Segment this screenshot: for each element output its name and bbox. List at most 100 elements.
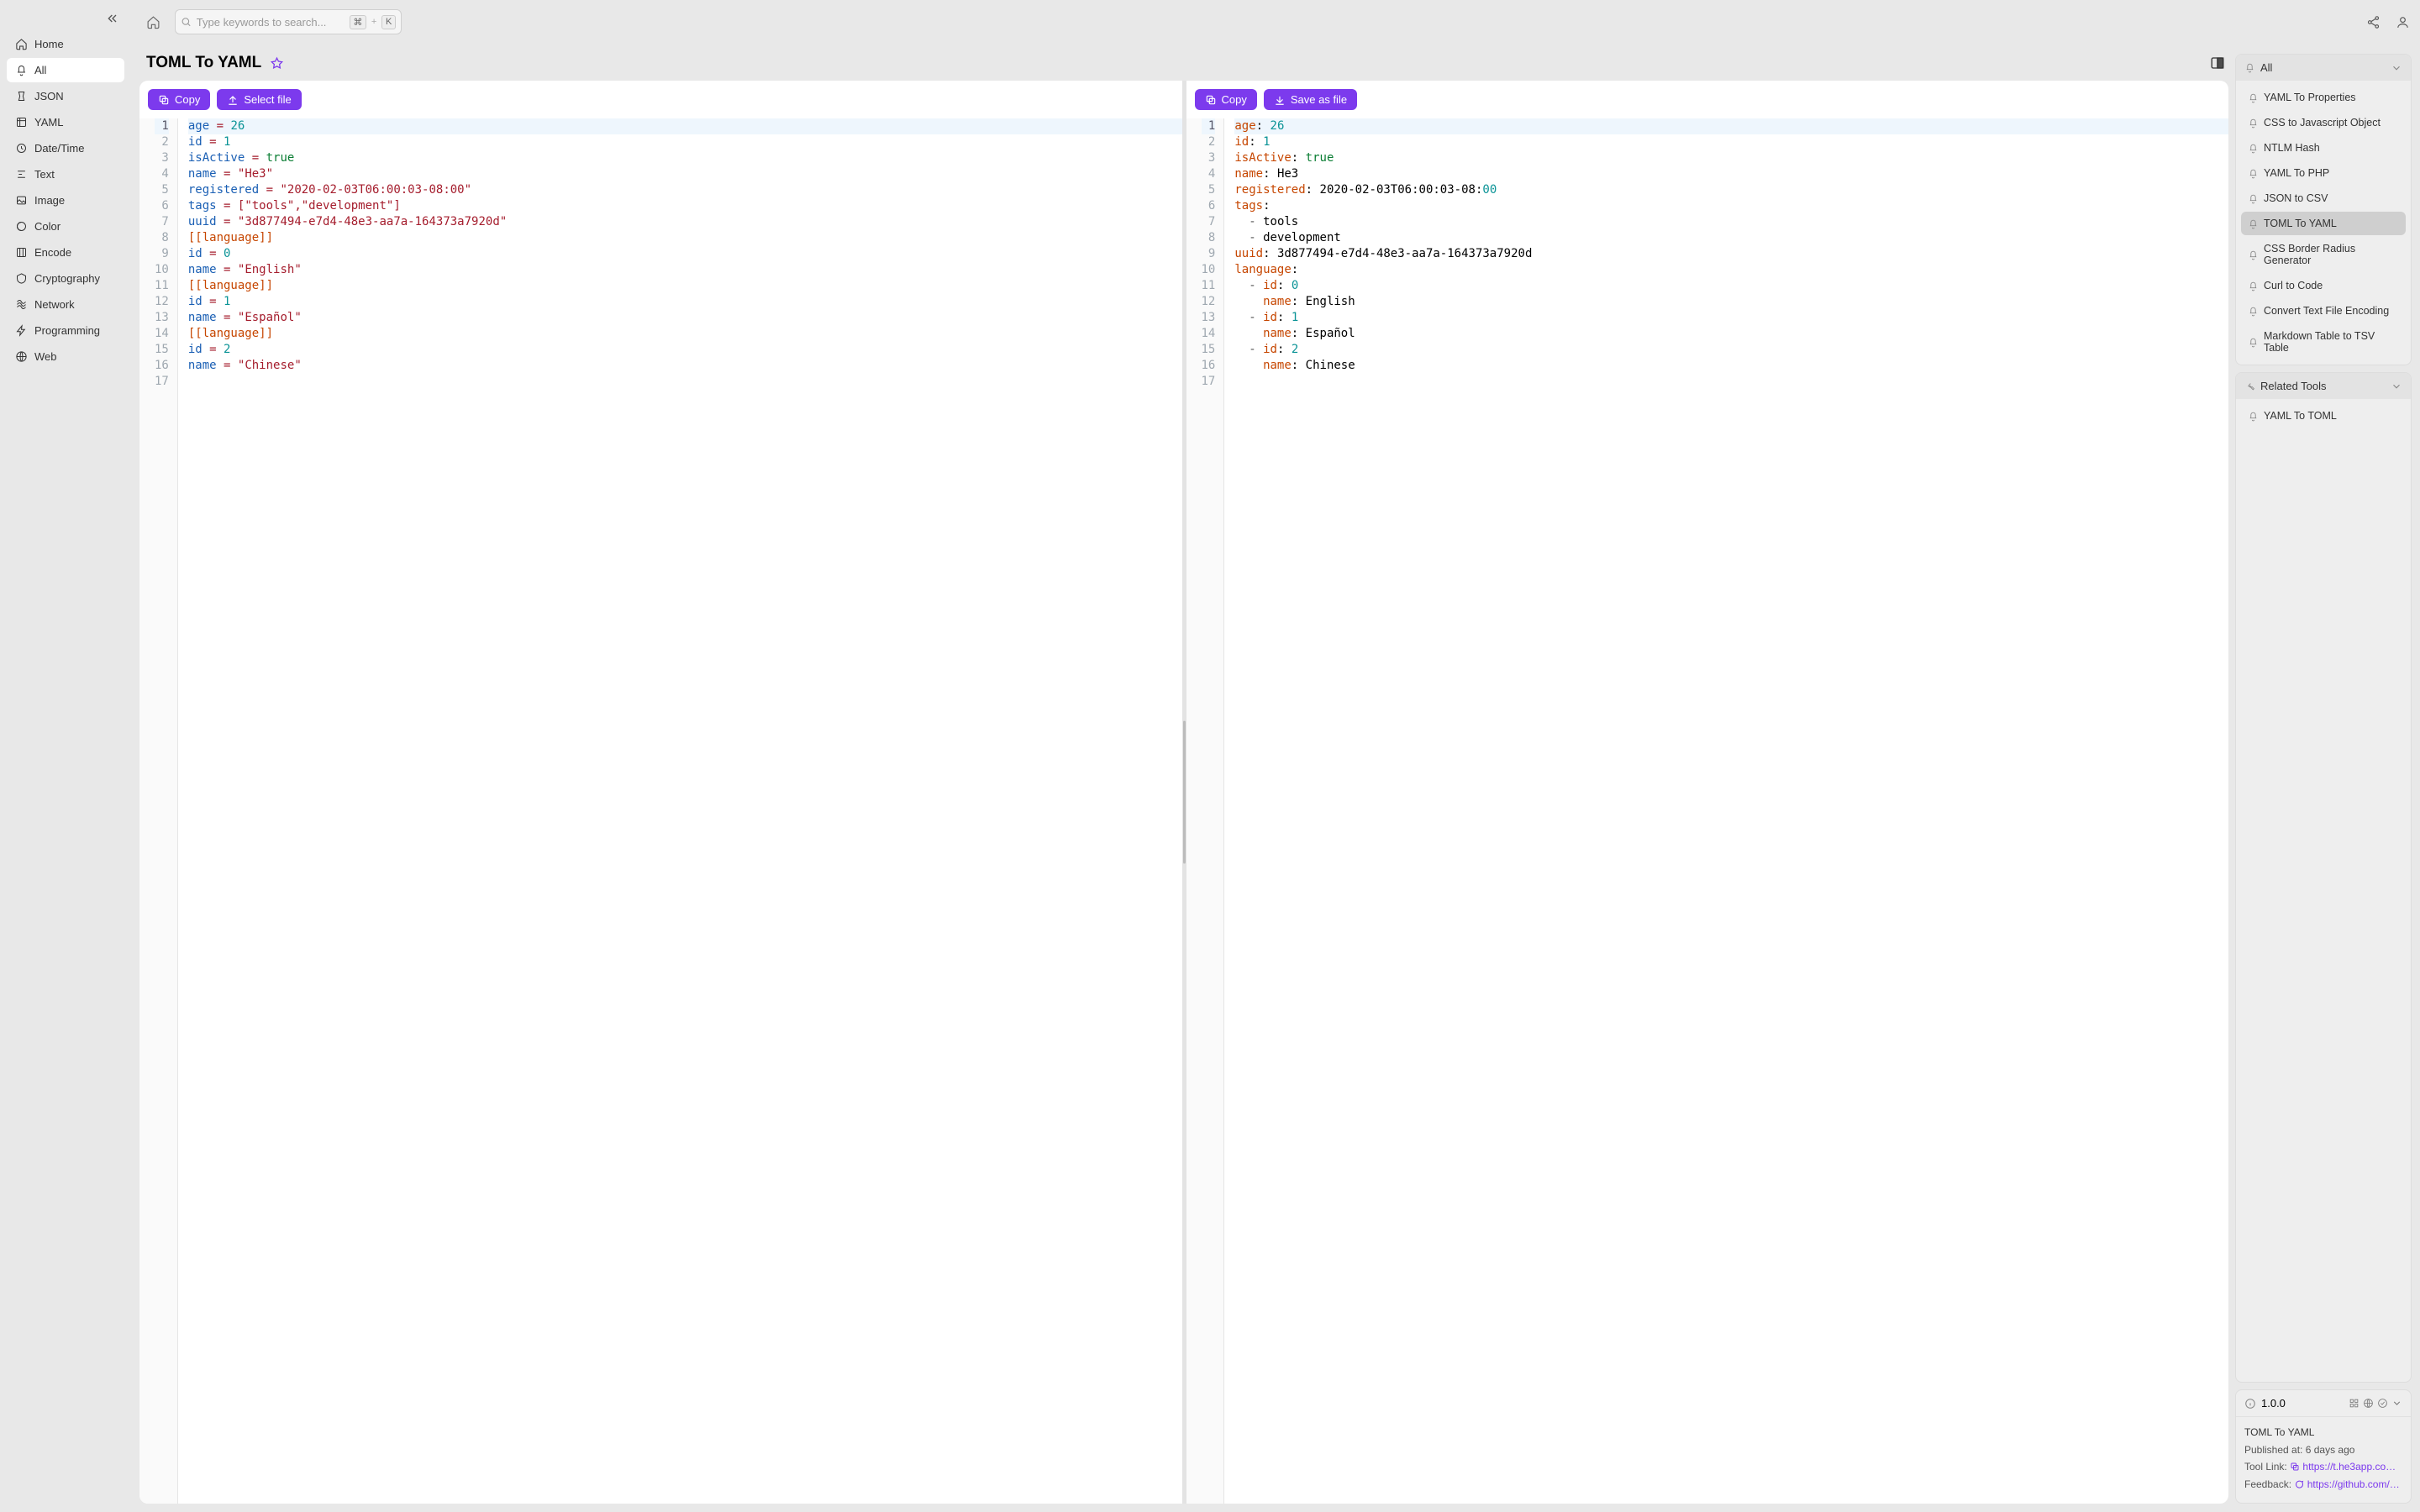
qr-icon[interactable]	[2349, 1398, 2360, 1409]
kbd-plus: +	[371, 17, 376, 27]
select-file-button[interactable]: Select file	[217, 89, 301, 110]
sidebar-item-image[interactable]: Image	[7, 188, 124, 213]
check-circle-icon[interactable]	[2377, 1398, 2388, 1409]
code-line: - tools	[1234, 214, 2228, 230]
sidebar-item-label: Text	[34, 168, 55, 181]
sidebar-item-home[interactable]: Home	[7, 32, 124, 56]
text-icon	[15, 168, 28, 181]
tool-list-item[interactable]: YAML To Properties	[2241, 86, 2406, 109]
code-line: name: Español	[1234, 326, 2228, 342]
sidebar-item-color[interactable]: Color	[7, 214, 124, 239]
user-icon[interactable]	[2396, 15, 2410, 29]
save-file-button[interactable]: Save as file	[1264, 89, 1357, 110]
panel-divider[interactable]	[1182, 81, 1186, 1504]
tool-list-item-label: JSON to CSV	[2264, 192, 2328, 204]
editor-panels: Copy Select file 12345678910111213141516…	[139, 81, 2228, 1504]
image-icon	[15, 194, 28, 207]
sidebar-item-cryptography[interactable]: Cryptography	[7, 266, 124, 291]
feedback-label: Feedback:	[2244, 1478, 2291, 1490]
sidebar-item-label: JSON	[34, 90, 64, 102]
collapse-sidebar-icon[interactable]	[101, 7, 124, 30]
tool-list-item[interactable]: JSON to CSV	[2241, 186, 2406, 210]
yaml-icon	[15, 116, 28, 129]
published-label: Published at:	[2244, 1444, 2302, 1456]
all-tools-panel-header[interactable]: All	[2236, 55, 2411, 81]
tool-link[interactable]: https://t.he3app.co…	[2302, 1461, 2396, 1473]
encode-icon	[15, 246, 28, 259]
tool-list-item[interactable]: CSS to Javascript Object	[2241, 111, 2406, 134]
sidebar-item-label: Web	[34, 350, 57, 363]
sidebar-item-web[interactable]: Web	[7, 344, 124, 369]
sidebar-item-yaml[interactable]: YAML	[7, 110, 124, 134]
input-panel: Copy Select file 12345678910111213141516…	[139, 81, 1182, 1504]
code-line: uuid = "3d877494-e7d4-48e3-aa7a-164373a7…	[188, 214, 1182, 230]
output-panel: Copy Save as file 1234567891011121314151…	[1186, 81, 2229, 1504]
code-line: id = 0	[188, 246, 1182, 262]
favorite-star-icon[interactable]	[270, 56, 284, 71]
chevron-down-icon[interactable]	[2391, 1398, 2402, 1409]
comment-icon	[2294, 1479, 2304, 1489]
date/time-icon	[15, 142, 28, 155]
feedback-link[interactable]: https://github.com/…	[2307, 1478, 2400, 1490]
copy-output-button[interactable]: Copy	[1195, 89, 1257, 110]
tool-list-item[interactable]: Curl to Code	[2241, 274, 2406, 297]
bell-icon	[2248, 92, 2259, 103]
share-icon[interactable]	[2366, 15, 2381, 29]
sidebar-item-json[interactable]: JSON	[7, 84, 124, 108]
sidebar-item-encode[interactable]: Encode	[7, 240, 124, 265]
chevron-down-icon	[2391, 381, 2402, 392]
copy-input-button[interactable]: Copy	[148, 89, 210, 110]
related-tool-item[interactable]: YAML To TOML	[2241, 404, 2406, 428]
tool-list-item[interactable]: CSS Border Radius Generator	[2241, 237, 2406, 272]
sidebar: Home All JSON YAML Date/Time Text Image ColorEn…	[0, 0, 131, 1512]
code-line: language:	[1234, 262, 2228, 278]
code-line: name: English	[1234, 294, 2228, 310]
output-editor[interactable]: 1234567891011121314151617 age: 26id: 1is…	[1186, 118, 2229, 1504]
sidebar-item-label: Image	[34, 194, 65, 207]
info-tool-name: TOML To YAML	[2244, 1424, 2402, 1441]
sidebar-item-programming[interactable]: Programming	[7, 318, 124, 343]
related-tool-item-label: YAML To TOML	[2264, 410, 2337, 422]
copy-icon	[1205, 94, 1217, 106]
bell-icon	[2248, 306, 2259, 317]
related-tools-panel-header[interactable]: Related Tools	[2236, 373, 2411, 399]
sidebar-item-date-time[interactable]: Date/Time	[7, 136, 124, 160]
network-icon	[15, 298, 28, 311]
search-input[interactable]	[197, 16, 345, 29]
save-file-label: Save as file	[1291, 93, 1347, 106]
bell-icon	[2248, 337, 2259, 348]
tool-list-item[interactable]: Convert Text File Encoding	[2241, 299, 2406, 323]
tool-list-item[interactable]: NTLM Hash	[2241, 136, 2406, 160]
sidebar-item-all[interactable]: All	[7, 58, 124, 82]
code-line: name = "Chinese"	[188, 358, 1182, 374]
bell-icon	[2248, 249, 2259, 260]
sidebar-item-label: YAML	[34, 116, 63, 129]
bell-icon	[2248, 168, 2259, 179]
home-icon	[15, 38, 28, 50]
globe-icon[interactable]	[2363, 1398, 2374, 1409]
tool-list-item-label: YAML To PHP	[2264, 167, 2329, 179]
kbd-cmd: ⌘	[350, 15, 366, 29]
home-button[interactable]	[141, 10, 165, 34]
search-icon	[181, 16, 192, 28]
code-line: id = 1	[188, 134, 1182, 150]
input-editor[interactable]: 1234567891011121314151617 age = 26id = 1…	[139, 118, 1182, 1504]
code-line: name: Chinese	[1234, 358, 2228, 374]
code-line: name = "English"	[188, 262, 1182, 278]
code-line: tags = ["tools","development"]	[188, 198, 1182, 214]
code-line: age: 26	[1234, 118, 2228, 134]
sidebar-item-text[interactable]: Text	[7, 162, 124, 186]
code-line: id: 1	[1234, 134, 2228, 150]
code-line: name = "He3"	[188, 166, 1182, 182]
info-icon	[2244, 1398, 2256, 1410]
sidebar-item-network[interactable]: Network	[7, 292, 124, 317]
sidebar-item-label: Home	[34, 38, 64, 50]
sidebar-item-label: Cryptography	[34, 272, 100, 285]
tool-list-item[interactable]: YAML To PHP	[2241, 161, 2406, 185]
info-panel: 1.0.0 TOML To YAML Published at: 6 days …	[2235, 1389, 2412, 1504]
search-box[interactable]: ⌘ + K	[175, 9, 402, 34]
sidebar-item-label: Network	[34, 298, 75, 311]
tool-list-item[interactable]: TOML To YAML	[2241, 212, 2406, 235]
layout-toggle-icon[interactable]	[2210, 55, 2225, 71]
tool-list-item[interactable]: Markdown Table to TSV Table	[2241, 324, 2406, 360]
